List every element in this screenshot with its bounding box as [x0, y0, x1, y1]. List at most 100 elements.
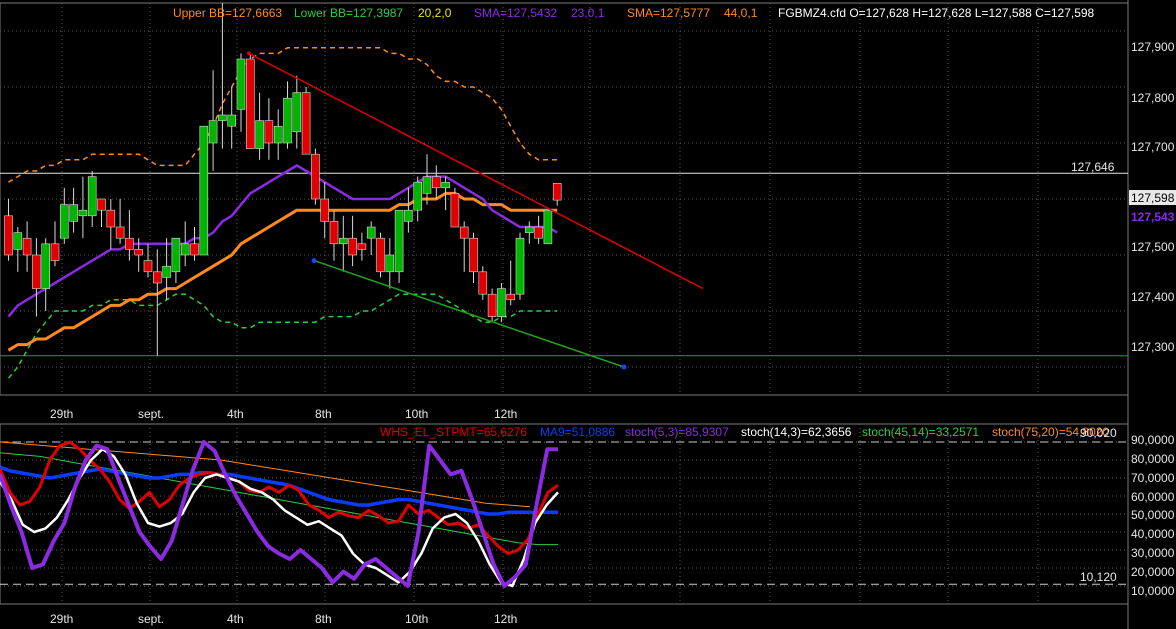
date-label: 8th — [315, 407, 332, 421]
candle-body — [69, 204, 78, 222]
candle-body — [246, 58, 255, 149]
candle-body — [320, 198, 330, 222]
legend-bb-params: 20,2,0 — [418, 6, 452, 20]
date-label: 8th — [315, 612, 332, 626]
indicator-axis-label: 70,0000 — [1131, 471, 1175, 485]
legend-lower-bb: Lower BB=127,3987 — [294, 6, 403, 20]
candle-body — [227, 114, 236, 127]
candle-body — [506, 293, 516, 301]
candle-body — [32, 254, 41, 289]
trendline-anchor — [247, 51, 251, 56]
candle-body — [218, 114, 227, 121]
date-label: 4th — [227, 612, 244, 626]
trendline-anchor — [311, 258, 317, 264]
candle-body — [78, 209, 88, 217]
candle-body — [236, 58, 246, 110]
candle-body — [292, 92, 302, 133]
candle-body — [497, 288, 506, 317]
indicator-axis-label: 10,0000 — [1131, 584, 1175, 598]
candle-body — [404, 209, 413, 222]
indicator-axis-label: 20,0000 — [1131, 565, 1175, 579]
date-axis-bottom: 29th sept. 4th 8th 10th 12th — [50, 612, 517, 626]
sma-price-value: 127,543 — [1131, 210, 1175, 224]
indicator-axis-label: 90,0000 — [1131, 433, 1175, 447]
date-axis-top: 29th sept. 4th 8th 10th 12th — [50, 407, 517, 421]
legend-stoch-14-3: stoch(14,3)=62,3656 — [741, 425, 852, 439]
candle-body — [264, 120, 274, 144]
price-axis-label: 127,300 — [1131, 340, 1175, 354]
date-label: 10th — [405, 407, 428, 421]
candle-body — [190, 243, 199, 256]
legend-whs: WHS_EL_STPMT=65,6276 — [380, 425, 527, 439]
candle-body — [329, 221, 339, 245]
candle-body — [106, 209, 116, 228]
date-label: sept. — [138, 612, 164, 626]
trendline-anchor — [621, 364, 627, 370]
candle-body — [431, 176, 441, 189]
indicator-axis-label: 80,0000 — [1131, 452, 1175, 466]
price-axis-label: 127,500 — [1131, 240, 1175, 254]
date-label: 4th — [227, 407, 244, 421]
candle-body — [180, 243, 190, 256]
chart-canvas[interactable]: Upper BB=127,6663 Lower BB=127,3987 20,2… — [0, 0, 1176, 629]
indicator-axis-label: 50,0000 — [1131, 508, 1175, 522]
candle-body — [143, 260, 153, 273]
candle-body — [134, 249, 143, 256]
candle-body — [515, 237, 525, 295]
price-axis-label: 127,700 — [1131, 140, 1175, 154]
candle-body — [487, 293, 497, 317]
legend-sma-23-params: 23,0,1 — [571, 6, 605, 20]
candle-body — [273, 125, 283, 144]
candle-body — [311, 153, 320, 200]
candle-body — [357, 243, 367, 250]
level-label: 127,646 — [1071, 160, 1115, 174]
price-axis-label: 127,900 — [1131, 40, 1175, 54]
candle-body — [394, 209, 404, 273]
date-label: 12th — [494, 407, 517, 421]
candle-body — [385, 254, 395, 273]
candle-body — [13, 232, 23, 250]
candle-body — [478, 271, 488, 295]
indicator-axis-label: 40,0000 — [1131, 527, 1175, 541]
candle-body — [87, 176, 97, 217]
date-label: 10th — [405, 612, 428, 626]
date-label: 29th — [50, 612, 73, 626]
candle-body — [376, 237, 385, 273]
indicator-upper-level-label: 90,020 — [1080, 426, 1117, 440]
last-price-value: 127,598 — [1131, 191, 1175, 205]
candle-body — [441, 181, 450, 189]
chart-window: Upper BB=127,6663 Lower BB=127,3987 20,2… — [0, 0, 1176, 629]
date-label: sept. — [138, 407, 164, 421]
candle-body — [22, 237, 32, 256]
candle-body — [422, 176, 432, 194]
legend-upper-bb: Upper BB=127,6663 — [173, 6, 282, 20]
candle-body — [413, 181, 423, 211]
legend-sma-44: SMA=127,5777 — [627, 6, 710, 20]
candle-body — [552, 183, 562, 201]
candle-body — [524, 226, 534, 233]
candle-body — [283, 97, 292, 144]
candle-body — [115, 226, 125, 239]
candle-body — [162, 265, 171, 278]
candle-body — [348, 237, 357, 256]
candle-body — [255, 120, 264, 149]
candle-body — [459, 226, 469, 239]
candle-body — [153, 271, 162, 284]
price-axis-label: 127,800 — [1131, 91, 1175, 105]
legend-stoch-5-3: stoch(5,3)=85,9307 — [625, 425, 729, 439]
date-label: 29th — [50, 407, 73, 421]
candle-body — [199, 125, 209, 256]
candle-body — [450, 193, 460, 228]
price-axis-label: 127,400 — [1131, 290, 1175, 304]
candle-body — [41, 243, 51, 289]
indicator-lower-level-label: 10,120 — [1080, 570, 1117, 584]
legend-ma9: MA9=51,0886 — [540, 425, 615, 439]
candle-body — [469, 237, 478, 273]
candle-body — [534, 226, 543, 239]
candle-body — [50, 243, 60, 261]
candle-body — [97, 198, 106, 211]
candle-body — [59, 204, 69, 239]
candle-body — [208, 120, 218, 144]
candle-body — [366, 226, 376, 239]
date-label: 12th — [494, 612, 517, 626]
